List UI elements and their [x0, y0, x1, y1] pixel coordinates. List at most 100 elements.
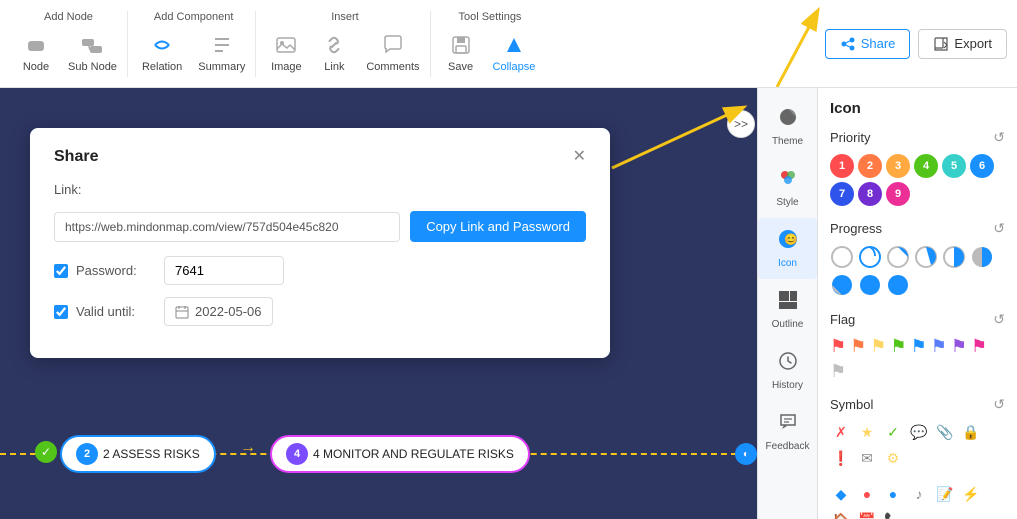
sidebar-item-style[interactable]: Style: [758, 157, 817, 218]
tool-settings-label: Tool Settings: [458, 11, 521, 23]
relation-button[interactable]: Relation: [136, 27, 188, 77]
flag-yellow[interactable]: ⚑: [870, 336, 886, 357]
priority-6[interactable]: 6: [970, 154, 994, 178]
progress-2[interactable]: [886, 245, 910, 269]
priority-reset-button[interactable]: ↺: [993, 129, 1005, 146]
password-input[interactable]: [164, 256, 284, 285]
summary-button[interactable]: Summary: [192, 27, 251, 77]
symbol-mail[interactable]: ✉: [856, 447, 878, 469]
export-icon: [933, 36, 949, 52]
panel-toggle-button[interactable]: >>: [727, 110, 755, 138]
symbol-circle-red[interactable]: ●: [856, 483, 878, 505]
priority-label: Priority: [830, 130, 870, 145]
priority-5[interactable]: 5: [942, 154, 966, 178]
monitor-node-icon: 4: [286, 443, 308, 465]
theme-icon: [777, 106, 799, 134]
sub-node-button[interactable]: Sub Node: [62, 27, 123, 77]
link-input[interactable]: [54, 212, 400, 242]
flag-blue[interactable]: ⚑: [911, 336, 927, 357]
priority-3[interactable]: 3: [886, 154, 910, 178]
priority-1[interactable]: 1: [830, 154, 854, 178]
share-button[interactable]: Share: [825, 29, 911, 59]
share-label: Share: [861, 36, 896, 51]
symbol-lightning[interactable]: ⚡: [960, 483, 982, 505]
export-button[interactable]: Export: [918, 29, 1007, 59]
symbol-x[interactable]: ✗: [830, 421, 852, 443]
password-checkbox[interactable]: [54, 264, 68, 278]
priority-9[interactable]: 9: [886, 182, 910, 206]
symbol-star[interactable]: ★: [856, 421, 878, 443]
symbol-diamond[interactable]: ◆: [830, 483, 852, 505]
symbol-gear[interactable]: ⚙: [882, 447, 904, 469]
priority-7[interactable]: 7: [830, 182, 854, 206]
symbol-home[interactable]: 🏠: [830, 509, 852, 519]
sidebar-history-label: History: [772, 380, 803, 391]
sidebar-style-label: Style: [776, 197, 798, 208]
progress-reset-button[interactable]: ↺: [993, 220, 1005, 237]
collapse-label: Collapse: [493, 61, 536, 73]
symbol-lock[interactable]: 🔒: [960, 421, 982, 443]
symbol-exclaim[interactable]: ❗: [830, 447, 852, 469]
flag-pink[interactable]: ⚑: [971, 336, 987, 357]
flag-purple[interactable]: ⚑: [951, 336, 967, 357]
save-button[interactable]: Save: [439, 27, 483, 77]
password-row: Password:: [54, 256, 586, 285]
progress-7[interactable]: [858, 273, 882, 297]
flag-label: Flag: [830, 312, 855, 327]
relation-icon: [148, 31, 176, 59]
add-component-label: Add Component: [154, 11, 234, 23]
progress-5[interactable]: [970, 245, 994, 269]
symbol-check[interactable]: ✓: [882, 421, 904, 443]
symbol-label: Symbol: [830, 397, 873, 412]
modal-close-button[interactable]: ✕: [573, 149, 586, 165]
sidebar-item-icon[interactable]: 😊 Icon: [758, 218, 817, 279]
insert-group: Insert Image Link Comments: [260, 11, 430, 77]
monitor-node[interactable]: 4 4 MONITOR AND REGULATE RISKS: [270, 435, 530, 473]
priority-2[interactable]: 2: [858, 154, 882, 178]
symbol-note[interactable]: 📝: [934, 483, 956, 505]
flag-indigo[interactable]: ⚑: [931, 336, 947, 357]
progress-1[interactable]: [858, 245, 882, 269]
sidebar-item-theme[interactable]: Theme: [758, 96, 817, 157]
copy-link-button[interactable]: Copy Link and Password: [410, 211, 586, 242]
progress-0[interactable]: [830, 245, 854, 269]
flag-orange[interactable]: ⚑: [850, 336, 866, 357]
progress-8[interactable]: [886, 273, 910, 297]
flag-green[interactable]: ⚑: [890, 336, 906, 357]
link-row: Link:: [54, 182, 586, 197]
symbol-phone[interactable]: 📞: [882, 509, 904, 519]
assess-node[interactable]: 2 2 ASSESS RISKS: [60, 435, 216, 473]
sidebar-item-outline[interactable]: Outline: [758, 279, 817, 340]
symbol-chat[interactable]: 💬: [908, 421, 930, 443]
symbol-music[interactable]: ♪: [908, 483, 930, 505]
feedback-icon: [777, 411, 799, 439]
node-button[interactable]: Node: [14, 27, 58, 77]
symbol-clip[interactable]: 📎: [934, 421, 956, 443]
image-button[interactable]: Image: [264, 27, 308, 77]
symbol-calendar[interactable]: 📅: [856, 509, 878, 519]
comments-button[interactable]: Comments: [360, 27, 425, 77]
symbol-grid-row1: ✗ ★ ✓ 💬 📎 🔒 ❗ ✉ ⚙: [830, 421, 1005, 469]
add-node-group: Add Node Node Sub Node: [10, 11, 128, 77]
symbol-reset-button[interactable]: ↺: [993, 396, 1005, 413]
collapse-button[interactable]: Collapse: [487, 27, 542, 77]
progress-6[interactable]: [830, 273, 854, 297]
sidebar-item-feedback[interactable]: Feedback: [758, 401, 817, 462]
sidebar-feedback-label: Feedback: [766, 441, 810, 452]
image-label: Image: [271, 61, 302, 73]
symbol-circle-blue[interactable]: ●: [882, 483, 904, 505]
flag-red[interactable]: ⚑: [830, 336, 846, 357]
priority-4[interactable]: 4: [914, 154, 938, 178]
date-input[interactable]: 2022-05-06: [164, 297, 273, 326]
assess-node-icon: 2: [76, 443, 98, 465]
progress-3[interactable]: [914, 245, 938, 269]
link-button[interactable]: Link: [312, 27, 356, 77]
priority-8[interactable]: 8: [858, 182, 882, 206]
valid-until-checkbox[interactable]: [54, 305, 68, 319]
monitor-node-label: 4 MONITOR AND REGULATE RISKS: [313, 447, 514, 461]
flag-reset-button[interactable]: ↺: [993, 311, 1005, 328]
progress-4[interactable]: [942, 245, 966, 269]
sidebar-item-history[interactable]: History: [758, 340, 817, 401]
priority-section-header: Priority ↺: [830, 129, 1005, 146]
flag-gray[interactable]: ⚑: [830, 361, 846, 382]
